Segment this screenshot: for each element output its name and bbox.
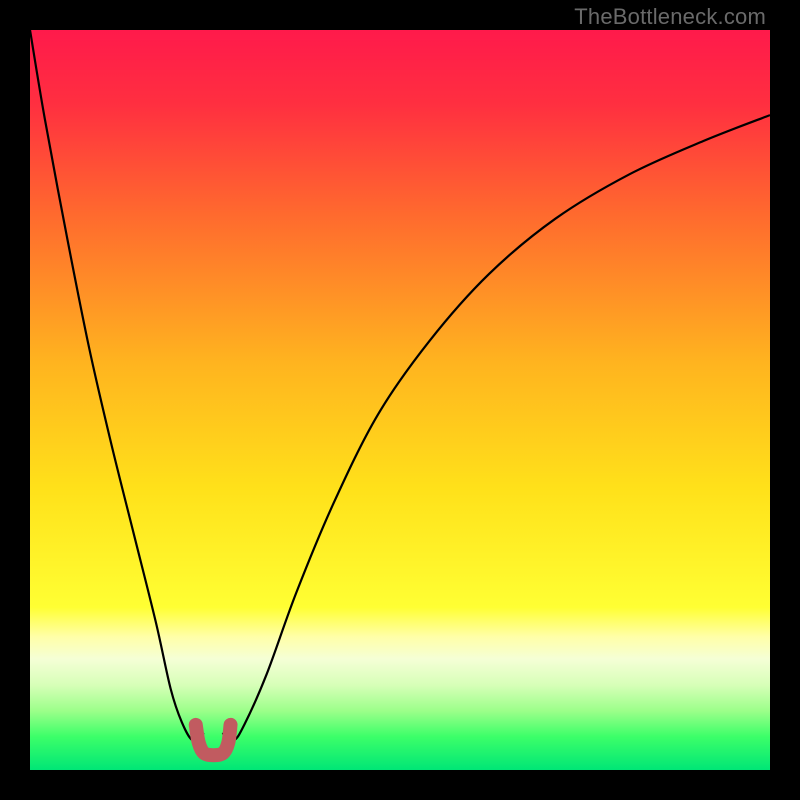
watermark-text: TheBottleneck.com xyxy=(574,4,766,30)
left-branch-curve xyxy=(30,30,204,741)
right-branch-curve xyxy=(222,115,770,740)
curve-layer xyxy=(30,30,770,770)
min-marker-u xyxy=(196,725,231,755)
outer-frame: TheBottleneck.com xyxy=(0,0,800,800)
plot-area xyxy=(30,30,770,770)
